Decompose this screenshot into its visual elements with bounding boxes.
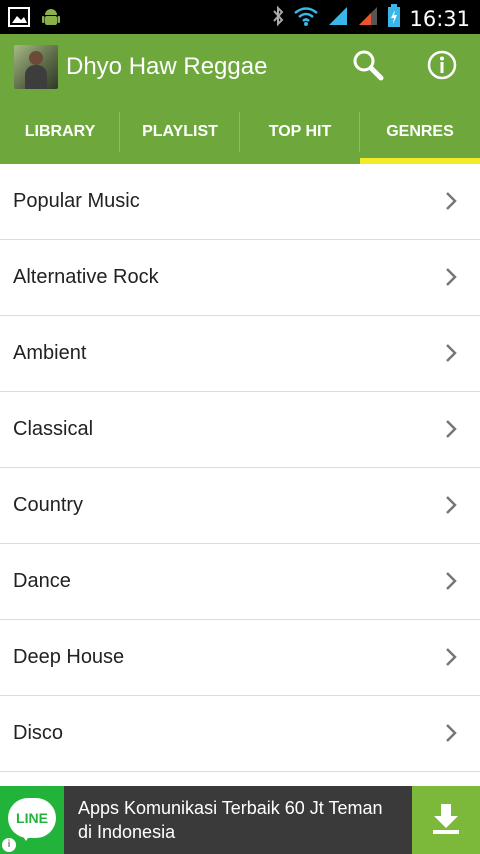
genre-label: Alternative Rock [13, 266, 159, 288]
list-item[interactable]: Popular Music [0, 164, 480, 240]
artist-avatar[interactable] [14, 45, 58, 89]
genre-label: Deep House [13, 646, 125, 668]
genre-label: Popular Music [13, 190, 140, 212]
chevron-right-icon [446, 268, 457, 286]
genre-label: Ambient [13, 342, 87, 364]
tab-label: LIBRARY [24, 123, 96, 140]
chevron-right-icon [446, 724, 457, 742]
tab-library[interactable]: LIBRARY [0, 100, 120, 164]
gallery-icon [8, 7, 30, 32]
genre-label: Dance [13, 570, 71, 592]
genre-label: Country [13, 494, 84, 516]
app-title: Dhyo Haw Reggae [66, 53, 268, 80]
wifi-icon [293, 5, 319, 32]
list-item[interactable]: Dance [0, 544, 480, 620]
genre-label: Disco [13, 722, 64, 744]
genre-list: Popular Music Alternative Rock Ambient C… [0, 164, 480, 772]
tab-label: TOP HIT [268, 123, 332, 140]
genre-label: Classical [13, 418, 94, 440]
tab-bar: LIBRARY PLAYLIST TOP HIT GENRES [0, 100, 480, 164]
chevron-right-icon [446, 648, 457, 666]
download-button[interactable] [412, 786, 480, 854]
chevron-right-icon [446, 420, 457, 438]
status-bar: 16:31 [0, 0, 480, 34]
tab-label: PLAYLIST [142, 123, 218, 140]
line-logo-text: LINE [16, 810, 48, 826]
list-item[interactable]: Ambient [0, 316, 480, 392]
list-item[interactable]: Classical [0, 392, 480, 468]
bluetooth-icon [271, 5, 285, 32]
battery-charging-icon [387, 4, 401, 33]
chevron-right-icon [446, 572, 457, 590]
tab-playlist[interactable]: PLAYLIST [120, 100, 240, 164]
chevron-right-icon [446, 192, 457, 210]
signal-icon [327, 5, 349, 32]
info-button[interactable] [420, 45, 464, 89]
ad-info-icon[interactable]: i [2, 838, 16, 852]
download-icon[interactable] [429, 801, 463, 840]
search-icon[interactable] [351, 48, 385, 87]
list-item[interactable]: Country [0, 468, 480, 544]
list-item[interactable]: Disco [0, 696, 480, 772]
clock: 16:31 [409, 6, 470, 31]
ad-text[interactable]: Apps Komunikasi Terbaik 60 Jt Teman di I… [78, 796, 398, 844]
line-logo[interactable]: LINE i [0, 786, 64, 854]
line-logo-bubble: LINE [8, 798, 56, 838]
search-button[interactable] [346, 45, 390, 89]
android-icon [40, 6, 62, 33]
chevron-right-icon [446, 344, 457, 362]
list-item[interactable]: Alternative Rock [0, 240, 480, 316]
ad-banner[interactable]: LINE i Apps Komunikasi Terbaik 60 Jt Tem… [0, 786, 480, 854]
tab-top-hit[interactable]: TOP HIT [240, 100, 360, 164]
tab-genres[interactable]: GENRES [360, 100, 480, 164]
app-bar: Dhyo Haw Reggae [0, 34, 480, 100]
list-item[interactable]: Deep House [0, 620, 480, 696]
info-icon[interactable] [427, 50, 457, 85]
signal-2-icon [357, 5, 379, 32]
tab-label: GENRES [386, 123, 454, 140]
chevron-right-icon [446, 496, 457, 514]
